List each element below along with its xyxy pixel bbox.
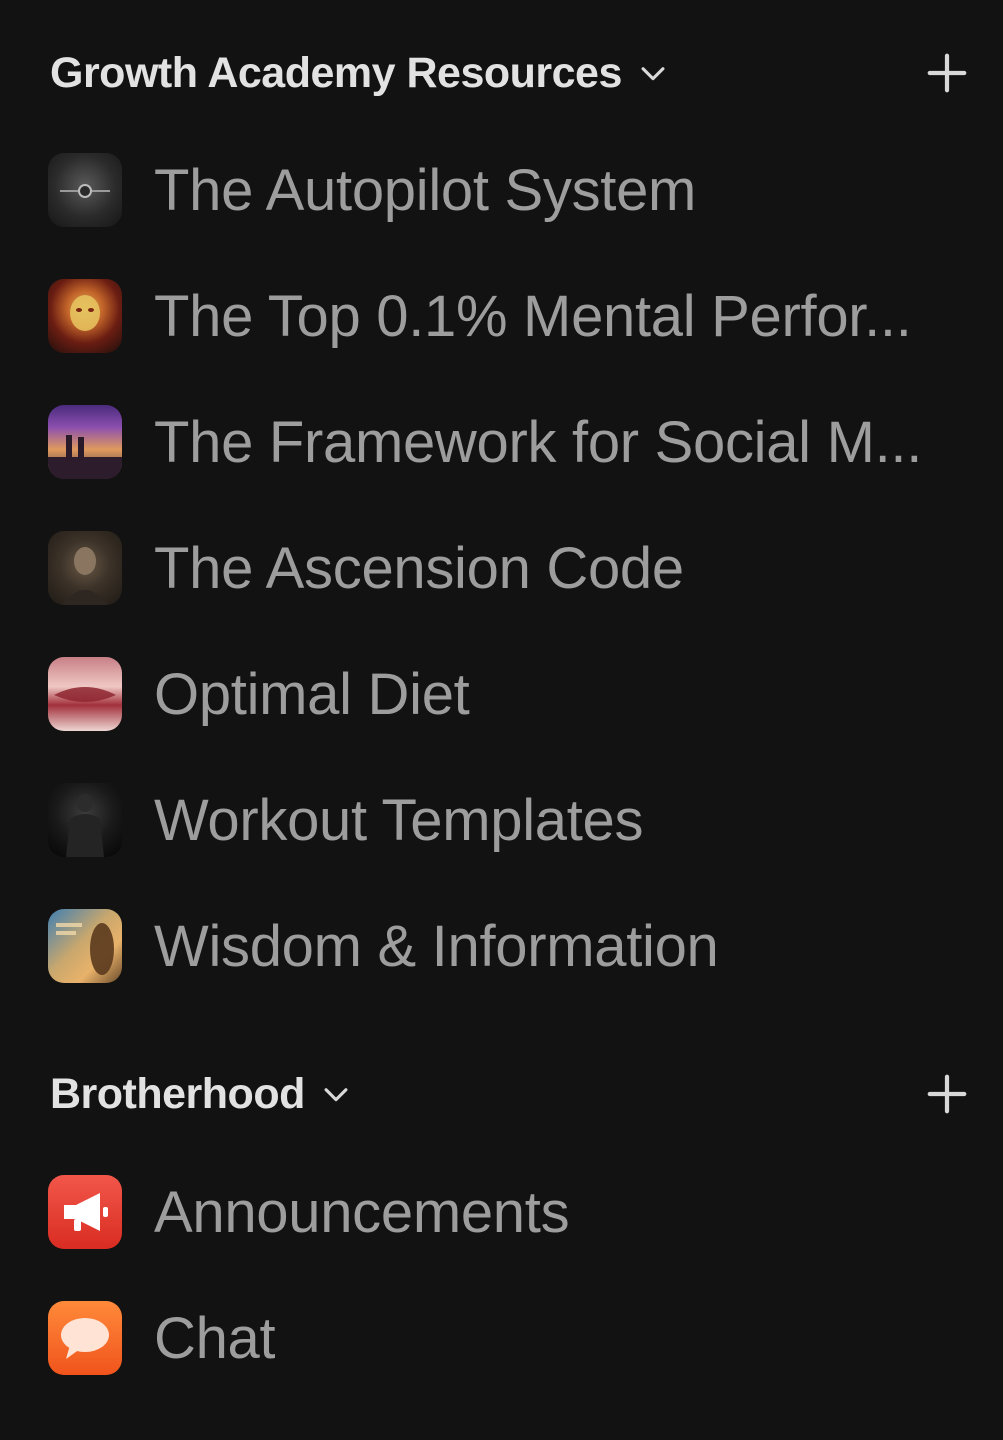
channel-item-optimal-diet[interactable]: Optimal Diet — [48, 654, 978, 734]
channel-label: Chat — [154, 1305, 276, 1371]
autopilot-thumbnail — [48, 153, 122, 227]
optimal-diet-thumbnail — [48, 657, 122, 731]
channel-item-workout-templates[interactable]: Workout Templates — [48, 780, 978, 860]
ascension-code-thumbnail — [48, 531, 122, 605]
channel-item-social-framework[interactable]: The Framework for Social M... — [48, 402, 978, 482]
channel-item-wisdom-information[interactable]: Wisdom & Information — [48, 906, 978, 986]
section-header-brotherhood: Brotherhood — [50, 1064, 970, 1124]
channel-item-announcements[interactable]: Announcements — [48, 1172, 978, 1252]
sidebar: Growth Academy Resources The Autopilot S… — [0, 0, 1003, 1440]
channel-label: Announcements — [154, 1179, 570, 1245]
section-toggle-growth-academy-resources[interactable]: Growth Academy Resources — [50, 49, 670, 98]
channel-item-autopilot-system[interactable]: The Autopilot System — [48, 150, 978, 230]
section-toggle-brotherhood[interactable]: Brotherhood — [50, 1070, 353, 1119]
chevron-down-icon — [641, 67, 665, 81]
channel-label: The Autopilot System — [154, 157, 697, 223]
mental-performance-thumbnail — [48, 279, 122, 353]
add-channel-plus-icon[interactable] — [924, 1071, 970, 1117]
section-header-growth-academy-resources: Growth Academy Resources — [50, 43, 970, 103]
workout-templates-thumbnail — [48, 783, 122, 857]
channel-item-chat[interactable]: Chat — [48, 1298, 978, 1378]
add-channel-plus-icon[interactable] — [924, 50, 970, 96]
channel-label: The Framework for Social M... — [154, 409, 923, 475]
channel-label: Wisdom & Information — [154, 913, 719, 979]
speech-bubble-icon — [48, 1301, 122, 1375]
social-framework-thumbnail — [48, 405, 122, 479]
megaphone-icon — [48, 1175, 122, 1249]
channel-label: The Top 0.1% Mental Perfor... — [154, 283, 912, 349]
chevron-down-icon — [324, 1088, 348, 1102]
channel-label: Optimal Diet — [154, 661, 470, 727]
section-title: Growth Academy Resources — [50, 48, 622, 97]
channel-item-ascension-code[interactable]: The Ascension Code — [48, 528, 978, 608]
section-title: Brotherhood — [50, 1069, 305, 1118]
channel-item-mental-performance[interactable]: The Top 0.1% Mental Perfor... — [48, 276, 978, 356]
channel-label: The Ascension Code — [154, 535, 684, 601]
wisdom-information-thumbnail — [48, 909, 122, 983]
channel-label: Workout Templates — [154, 787, 644, 853]
